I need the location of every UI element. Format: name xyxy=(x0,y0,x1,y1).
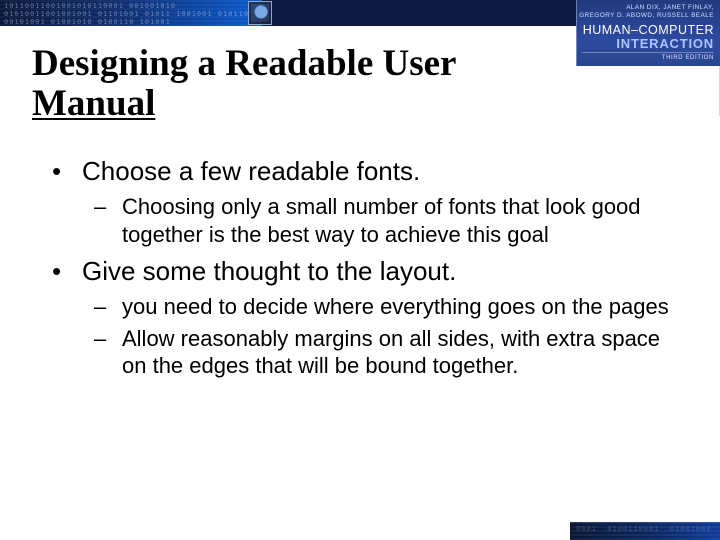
list-item: Allow reasonably margins on all sides, w… xyxy=(82,325,682,380)
deco-square-icon xyxy=(248,1,272,25)
book-edition: THIRD EDITION xyxy=(662,55,714,61)
page-title-line1: Designing a Readable User xyxy=(32,43,456,84)
book-cover: ALAN DIX, JANET FINLAY, GREGORY D. ABOWD… xyxy=(576,0,720,66)
bullet-list: Choose a few readable fonts. Choosing on… xyxy=(38,156,682,380)
book-authors-line: ALAN DIX, JANET FINLAY, xyxy=(579,4,714,12)
list-item: Choosing only a small number of fonts th… xyxy=(82,193,682,248)
content-area: Choose a few readable fonts. Choosing on… xyxy=(38,156,682,388)
sub-bullet-text: Allow reasonably margins on all sides, w… xyxy=(122,325,682,380)
page-title: Designing a Readable User Manual xyxy=(32,44,560,124)
book-authors-line: GREGORY D. ABOWD, RUSSELL BEALE xyxy=(579,12,714,20)
list-item: Choose a few readable fonts. Choosing on… xyxy=(38,156,682,248)
book-title-line2: INTERACTION xyxy=(616,36,714,51)
bullet-text: Give some thought to the layout. xyxy=(82,256,682,287)
sub-list: Choosing only a small number of fonts th… xyxy=(82,193,682,248)
bottom-binary-decoration xyxy=(570,522,720,540)
bullet-text: Choose a few readable fonts. xyxy=(82,156,682,187)
sub-bullet-text: Choosing only a small number of fonts th… xyxy=(122,193,682,248)
sub-list: you need to decide where everything goes… xyxy=(82,293,682,380)
page-title-line2: Manual xyxy=(32,83,155,124)
sub-bullet-text: you need to decide where everything goes… xyxy=(122,293,682,321)
list-item: you need to decide where everything goes… xyxy=(82,293,682,321)
binary-decoration xyxy=(0,0,262,26)
book-authors: ALAN DIX, JANET FINLAY, GREGORY D. ABOWD… xyxy=(579,4,714,20)
list-item: Give some thought to the layout. you nee… xyxy=(38,256,682,380)
book-title-line1: HUMAN–COMPUTER xyxy=(583,23,714,37)
book-divider xyxy=(582,52,714,53)
slide: ALAN DIX, JANET FINLAY, GREGORY D. ABOWD… xyxy=(0,0,720,540)
